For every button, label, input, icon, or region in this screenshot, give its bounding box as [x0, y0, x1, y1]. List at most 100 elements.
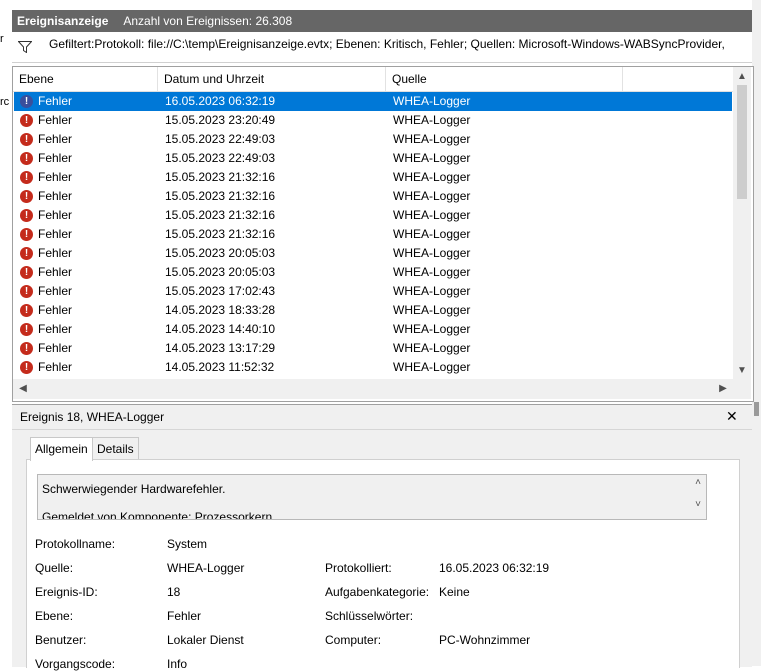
source-cell: WHEA-Logger	[393, 303, 471, 317]
level-cell: Fehler	[38, 341, 73, 355]
source-cell: WHEA-Logger	[393, 170, 471, 184]
error-icon: !	[20, 171, 33, 184]
level-cell: Fehler	[38, 303, 73, 317]
scroll-up-icon[interactable]: ▲	[733, 69, 751, 85]
level-cell: Fehler	[38, 322, 73, 336]
table-row[interactable]: ! Fehler 14.05.2023 14:40:10 WHEA-Logger	[14, 320, 732, 339]
table-row[interactable]: ! Fehler 15.05.2023 21:32:16 WHEA-Logger	[14, 187, 732, 206]
error-icon: !	[20, 342, 33, 355]
scroll-down-icon[interactable]: ▼	[733, 363, 751, 379]
event-description[interactable]: Schwerwiegender Hardwarefehler. Gemeldet…	[37, 474, 707, 520]
date-cell: 14.05.2023 14:40:10	[165, 322, 276, 336]
table-row[interactable]: ! Fehler 15.05.2023 20:05:03 WHEA-Logger	[14, 244, 732, 263]
prop-value: Lokaler Dienst	[167, 633, 244, 647]
tab-panel-allgemein: Schwerwiegender Hardwarefehler. Gemeldet…	[26, 459, 740, 671]
scroll-thumb[interactable]	[737, 85, 747, 199]
error-icon: !	[20, 228, 33, 241]
source-cell: WHEA-Logger	[393, 322, 471, 336]
tab-details[interactable]: Details	[92, 437, 139, 460]
date-cell: 15.05.2023 17:02:43	[165, 284, 276, 298]
table-row[interactable]: ! Fehler 15.05.2023 17:02:43 WHEA-Logger	[14, 282, 732, 301]
source-cell: WHEA-Logger	[393, 113, 471, 127]
filter-text: Gefiltert:Protokoll: file://C:\temp\Erei…	[49, 37, 725, 51]
source-cell: WHEA-Logger	[393, 132, 471, 146]
table-row[interactable]: ! Fehler 15.05.2023 22:49:03 WHEA-Logger	[14, 130, 732, 149]
table-row[interactable]: ! Fehler 15.05.2023 21:32:16 WHEA-Logger	[14, 206, 732, 225]
vertical-scrollbar[interactable]: ▲ ▼	[733, 67, 751, 379]
error-icon: !	[20, 361, 33, 374]
column-header-date[interactable]: Datum und Uhrzeit	[158, 67, 386, 91]
source-cell: WHEA-Logger	[393, 341, 471, 355]
prop-label: Vorgangscode:	[35, 657, 116, 671]
table-row[interactable]: ! Fehler 14.05.2023 13:17:29 WHEA-Logger	[14, 339, 732, 358]
description-scrollbar[interactable]: ˄ ˅	[690, 475, 706, 519]
date-cell: 15.05.2023 21:32:16	[165, 227, 276, 241]
source-cell: WHEA-Logger	[393, 265, 471, 279]
source-cell: WHEA-Logger	[393, 227, 471, 241]
scrollbar-corner	[733, 379, 751, 399]
prop-value: 16.05.2023 06:32:19	[439, 561, 550, 575]
event-detail-title: Ereignis 18, WHEA-Logger	[20, 410, 165, 424]
prop-value: WHEA-Logger	[167, 561, 245, 575]
prop-label: Computer:	[325, 633, 382, 647]
table-row[interactable]: ! Fehler 15.05.2023 23:20:49 WHEA-Logger	[14, 111, 732, 130]
description-line: Gemeldet von Komponente: Prozessorkern	[42, 510, 273, 520]
horizontal-scrollbar[interactable]: ◀ ▶	[13, 379, 733, 399]
event-count: Anzahl von Ereignissen: 26.308	[123, 14, 293, 28]
description-line: Schwerwiegender Hardwarefehler.	[42, 482, 226, 496]
level-cell: Fehler	[38, 113, 73, 127]
prop-label: Ereignis-ID:	[35, 585, 98, 599]
event-list-header: Ebene Datum und Uhrzeit Quelle	[13, 67, 733, 92]
level-cell: Fehler	[38, 208, 73, 222]
chevron-down-icon[interactable]: ˅	[690, 499, 706, 510]
prop-label: Benutzer:	[35, 633, 87, 647]
date-cell: 15.05.2023 21:32:16	[165, 189, 276, 203]
date-cell: 15.05.2023 20:05:03	[165, 246, 276, 260]
close-icon[interactable]: ✕	[726, 408, 738, 425]
column-header-level[interactable]: Ebene	[13, 67, 158, 91]
prop-label: Protokollname:	[35, 537, 116, 551]
level-cell: Fehler	[38, 94, 73, 108]
level-cell: Fehler	[38, 151, 73, 165]
table-row-selected[interactable]: ! Fehler 16.05.2023 06:32:19 WHEA-Logger	[14, 92, 732, 111]
prop-label: Schlüsselwörter:	[325, 609, 414, 623]
level-cell: Fehler	[38, 170, 73, 184]
prop-label: Protokolliert:	[325, 561, 392, 575]
panel-titlebar: Ereignisanzeige Anzahl von Ereignissen: …	[12, 10, 752, 32]
table-row[interactable]: ! Fehler 15.05.2023 21:32:16 WHEA-Logger	[14, 168, 732, 187]
prop-value: Keine	[439, 585, 470, 599]
date-cell: 15.05.2023 21:32:16	[165, 170, 276, 184]
error-icon: !	[20, 285, 33, 298]
filter-icon	[18, 41, 32, 53]
panel-title: Ereignisanzeige	[17, 14, 109, 28]
table-row[interactable]: ! Fehler 15.05.2023 21:32:16 WHEA-Logger	[14, 225, 732, 244]
date-cell: 15.05.2023 23:20:49	[165, 113, 276, 127]
date-cell: 15.05.2023 22:49:03	[165, 132, 276, 146]
date-cell: 16.05.2023 06:32:19	[165, 94, 276, 108]
date-cell: 15.05.2023 22:49:03	[165, 151, 276, 165]
scroll-right-icon[interactable]: ▶	[715, 381, 731, 397]
left-pane-glyph: r	[0, 33, 4, 45]
source-cell: WHEA-Logger	[393, 284, 471, 298]
event-list[interactable]: Ebene Datum und Uhrzeit Quelle ! Fehler 16…	[12, 66, 754, 402]
scroll-left-icon[interactable]: ◀	[15, 381, 31, 397]
prop-value: Fehler	[167, 609, 202, 623]
table-row[interactable]: ! Fehler 14.05.2023 11:52:32 WHEA-Logger	[14, 358, 732, 377]
error-icon: !	[20, 304, 33, 317]
tab-allgemein[interactable]: Allgemein	[30, 437, 93, 461]
error-icon: !	[20, 209, 33, 222]
chevron-up-icon[interactable]: ˄	[690, 477, 706, 488]
prop-value: PC-Wohnzimmer	[439, 633, 531, 647]
table-row[interactable]: ! Fehler 14.05.2023 18:33:28 WHEA-Logger	[14, 301, 732, 320]
error-icon: !	[20, 266, 33, 279]
source-cell: WHEA-Logger	[393, 189, 471, 203]
date-cell: 14.05.2023 13:17:29	[165, 341, 276, 355]
left-pane-edge: r rc	[0, 0, 10, 666]
table-row[interactable]: ! Fehler 15.05.2023 20:05:03 WHEA-Logger	[14, 263, 732, 282]
left-pane-glyph: rc	[0, 96, 10, 108]
source-cell: WHEA-Logger	[393, 246, 471, 260]
date-cell: 14.05.2023 18:33:28	[165, 303, 276, 317]
level-cell: Fehler	[38, 360, 73, 374]
table-row[interactable]: ! Fehler 15.05.2023 22:49:03 WHEA-Logger	[14, 149, 732, 168]
column-header-source[interactable]: Quelle	[386, 67, 623, 91]
